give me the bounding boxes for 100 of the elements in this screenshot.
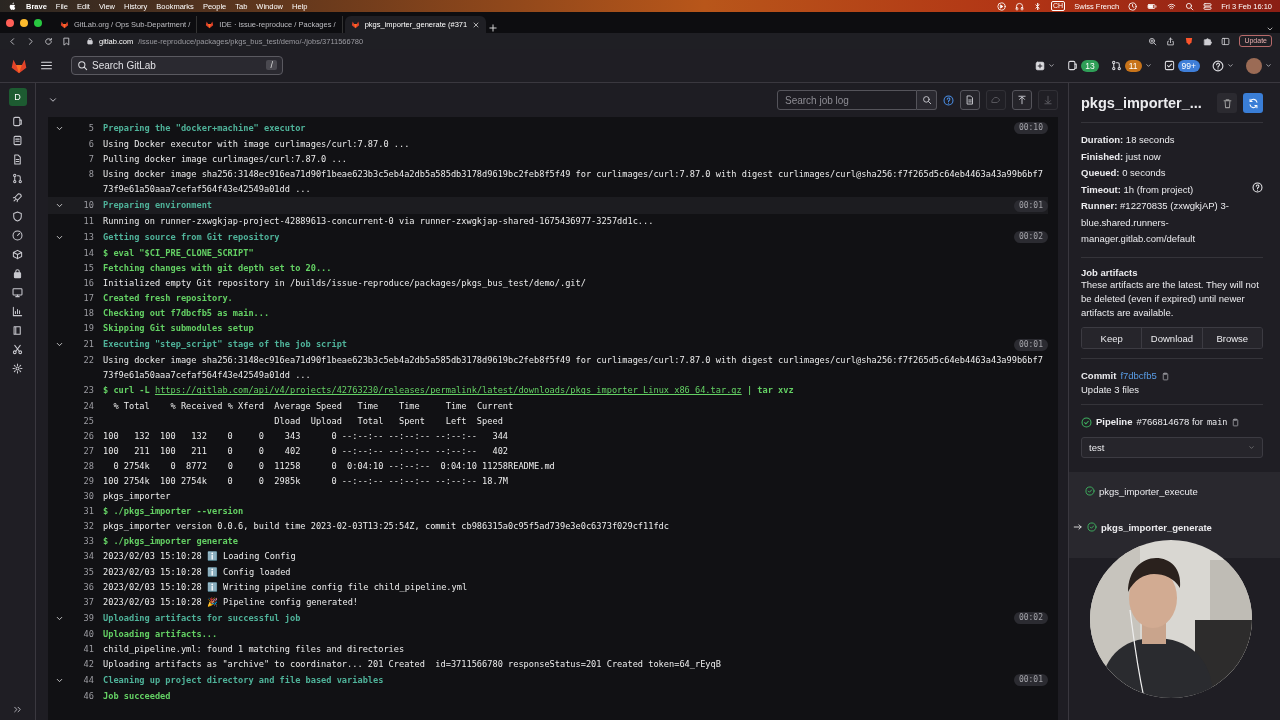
back-icon[interactable] [8, 36, 17, 46]
shield-icon[interactable] [12, 211, 23, 222]
lock-icon [86, 37, 94, 45]
caret-icon[interactable] [1048, 62, 1056, 69]
minimize-window-button[interactable] [20, 18, 28, 27]
caret-icon[interactable] [1265, 62, 1272, 69]
log-line: 0 2754k 0 8772 0 0 11258 0 0:04:10 --:--:-- 0:04:10 11258README.md [112, 459, 556, 473]
log-line: Created fresh repository. [103, 292, 234, 306]
bookmark-icon[interactable] [62, 36, 71, 46]
scroll-top-button[interactable] [1012, 90, 1032, 110]
merge-request-icon[interactable] [1110, 60, 1122, 71]
line-number: 26 [82, 429, 94, 443]
line-number: 23 [82, 384, 94, 398]
zoom-icon[interactable] [1148, 36, 1158, 46]
search-icon[interactable] [1185, 1, 1195, 11]
retry-button[interactable] [1243, 93, 1263, 113]
section-title[interactable]: Preparing the "docker+machine" executor [103, 120, 1006, 136]
job-detail: Queued: 0 seconds [1081, 166, 1167, 180]
gauge-icon[interactable] [12, 230, 23, 241]
caret-icon[interactable] [1227, 62, 1234, 69]
success-check-icon [1085, 486, 1095, 497]
box-icon[interactable] [12, 249, 23, 260]
line-number: 19 [82, 322, 94, 336]
line-number: 15 [82, 261, 94, 275]
sidebar-icon[interactable] [1221, 36, 1231, 46]
menu-icon[interactable] [40, 59, 53, 72]
lion-shield-icon[interactable] [1184, 36, 1195, 46]
section-title[interactable]: Getting source from Git repository [103, 229, 1006, 245]
chart-icon[interactable] [12, 306, 23, 317]
bluetooth-icon[interactable] [1033, 1, 1042, 11]
forward-icon[interactable] [26, 36, 35, 46]
merge-request-icon[interactable] [12, 173, 23, 184]
log-line: Using docker image sha256:3148ec916ea71d90f1beae623b3c5eb4a2db5a585db3178d9619bc2feb8f5f49 for curlimages/curl:7.87.0 with digest curlimages/curl@sha256:f7f265d5c64eb4463a43a99b6bf773f9e61a50aaa7cefaf564f43e42549a01dd ... [103, 168, 1044, 197]
log-line: $ ./pkgs_importer generate [103, 535, 239, 549]
line-number: 30 [82, 490, 94, 504]
section-title[interactable]: Uploading artifacts for successful job [103, 610, 1006, 626]
log-line: 2023/02/03 15:10:28 ℹ Config loaded [103, 565, 292, 579]
line-number: 33 [82, 535, 94, 549]
monitor-icon[interactable] [12, 287, 23, 298]
line-number: 10 [82, 199, 94, 212]
lock-icon[interactable] [12, 268, 23, 279]
delete-button[interactable] [1217, 93, 1237, 113]
job-title: pkgs_importer_... [1081, 95, 1203, 111]
log-line: $ ./pkgs_importer --version [103, 505, 245, 519]
copy-icon[interactable] [1160, 371, 1170, 381]
group-avatar[interactable]: D [8, 88, 27, 106]
expand-icon[interactable] [13, 705, 22, 714]
wifi-icon[interactable] [1167, 1, 1177, 11]
section-title[interactable]: Preparing environment [103, 198, 1006, 214]
line-number: 44 [82, 673, 94, 687]
job-item[interactable]: pkgs_importer_execute [1069, 482, 1280, 501]
play-icon[interactable] [997, 1, 1006, 11]
headphones-icon[interactable] [1015, 1, 1024, 11]
search-icon [921, 95, 932, 105]
fox-icon [350, 20, 360, 29]
document-icon[interactable] [12, 135, 23, 146]
log-link[interactable]: https://gitlab.com/api/v4/projects/42763230/releases/permalink/latest/downloads/pkgs_importer_Linux_x86_64.tar.gz [154, 385, 742, 396]
settings-icon[interactable] [12, 363, 23, 374]
document-icon[interactable] [12, 154, 23, 165]
stage-dropdown[interactable]: test [1081, 437, 1263, 459]
battery-icon[interactable] [1146, 1, 1159, 11]
avatar[interactable] [1246, 57, 1262, 74]
copy-icon[interactable] [1231, 417, 1241, 427]
section-title[interactable]: Executing "step_script" stage of the job script [103, 337, 1006, 353]
log-line: Using docker image sha256:3148ec916ea71d90f1beae623b3c5eb4a2db5a585db3178d9619bc2feb8f5f49 for curlimages/curl:7.87.0 with digest curlimages/curl@sha256:f7f265d5c64eb4463a43a99b6bf773f9e61a50aaa7cefaf564f43e42549a01dd ... [103, 354, 1044, 383]
scissors-icon[interactable] [12, 344, 23, 355]
pipeline-label[interactable]: Pipeline [1096, 414, 1133, 431]
raw-log-button[interactable] [960, 90, 980, 110]
close-icon[interactable] [472, 20, 481, 29]
log-line: Uploading artifacts as "archive" to coordinator... 201 Created id=3711566780 responseStatus=201 Created token=64_rEyqB [103, 657, 722, 671]
artifact-button[interactable]: Browse [1202, 328, 1262, 349]
plus-square-icon[interactable] [1035, 60, 1046, 71]
line-number: 37 [82, 595, 94, 609]
share-icon[interactable] [1166, 36, 1176, 46]
close-window-button[interactable] [6, 18, 14, 27]
search-button[interactable] [917, 90, 937, 110]
new-tab-icon[interactable] [488, 23, 499, 33]
collapse-chevron-icon[interactable] [48, 95, 58, 105]
commit-link[interactable]: f7dbcfb5 [1120, 368, 1157, 385]
logo-icon[interactable] [8, 1, 17, 11]
clock-icon[interactable] [1128, 1, 1138, 11]
artifact-button[interactable]: Download [1142, 328, 1203, 349]
section-title[interactable]: Cleaning up project directory and file based variables [103, 672, 1006, 688]
todo-icon[interactable] [1163, 60, 1175, 71]
job-log-search-field[interactable]: Search job log [777, 90, 917, 110]
job-item[interactable]: pkgs_importer_generate [1069, 518, 1280, 537]
line-number: 18 [82, 307, 94, 321]
retry-icon [1247, 97, 1259, 109]
duration-badge: 00:02 [1013, 612, 1048, 625]
caret-icon[interactable] [1144, 62, 1152, 69]
artifact-button[interactable]: Keep [1082, 328, 1143, 349]
zoom-window-button[interactable] [34, 18, 42, 27]
chevron-down-icon[interactable] [1266, 25, 1274, 33]
reload-icon[interactable] [44, 36, 53, 46]
line-number: 41 [82, 642, 94, 656]
line-number: 36 [82, 580, 94, 594]
issue-icon[interactable] [1067, 60, 1079, 71]
toggle-icon[interactable] [1203, 1, 1213, 11]
book-icon[interactable] [12, 325, 23, 336]
log-line: 2023/02/03 15:10:28 🎉 Pipeline config generated! [103, 595, 360, 609]
